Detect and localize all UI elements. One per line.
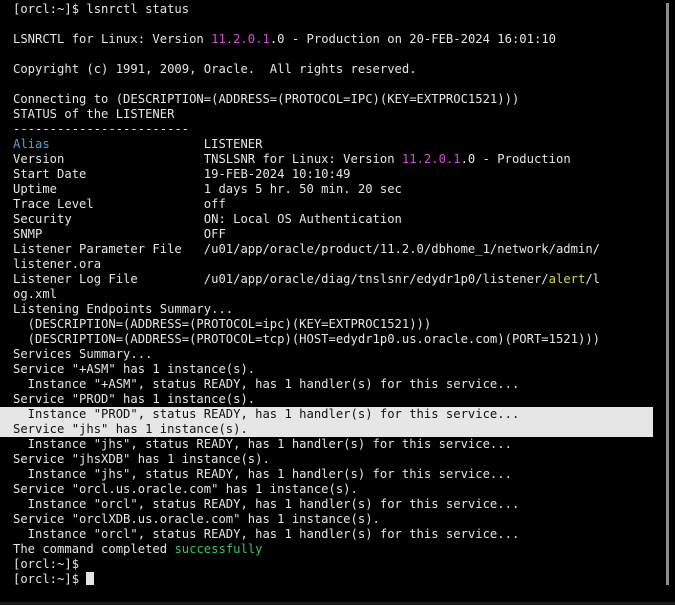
line-text: The command completed [13, 542, 175, 556]
line-text: Trace Level off [13, 197, 226, 211]
colored-text: alert [548, 272, 586, 286]
output-line: STATUS of the LISTENER [13, 107, 675, 122]
output-line: Security ON: Local OS Authentication [13, 212, 675, 227]
line-text: Security ON: Local OS Authentication [13, 212, 402, 226]
output-line: Service "orclXDB.us.oracle.com" has 1 in… [13, 512, 675, 527]
colored-text: successfully [174, 542, 263, 556]
colored-text: 11.2.0.1 [211, 32, 270, 46]
line-text: SNMP OFF [13, 227, 226, 241]
line-text: .0 - Production on 20-FEB-2024 16:01:10 [269, 32, 556, 46]
prompt-line: [orcl:~]$ [13, 572, 675, 587]
output-line: Listener Log File /u01/app/oracle/diag/t… [13, 272, 675, 287]
terminal-window[interactable]: [orcl:~]$ lsnrctl status LSNRCTL for Linu… [0, 0, 675, 605]
line-text: STATUS of the LISTENER [13, 107, 175, 121]
output-line: Service "jhsXDB" has 1 instance(s). [13, 452, 675, 467]
line-text: listener.ora [13, 257, 102, 271]
line-text: Service "orclXDB.us.oracle.com" has 1 in… [13, 512, 380, 526]
output-line: Service "+ASM" has 1 instance(s). [13, 362, 675, 377]
line-text: Service "PROD" has 1 instance(s). [13, 392, 256, 406]
line-text: Service "jhs" has 1 instance(s). [13, 422, 248, 436]
line-text: Services Summary... [13, 347, 153, 361]
line-text: Listener Log File /u01/app/oracle/diag/t… [13, 272, 549, 286]
line-text: Copyright (c) 1991, 2009, Oracle. All ri… [13, 62, 417, 76]
line-text: Listener Parameter File /u01/app/oracle/… [13, 242, 600, 256]
line-text: ------------------------ [13, 122, 190, 136]
output-line: Trace Level off [13, 197, 675, 212]
scrollbar[interactable] [666, 3, 669, 585]
output-line: Instance "+ASM", status READY, has 1 han… [13, 377, 675, 392]
output-line: Connecting to (DESCRIPTION=(ADDRESS=(PRO… [13, 92, 675, 107]
output-line: Uptime 1 days 5 hr. 50 min. 20 sec [13, 182, 675, 197]
terminal-output: [orcl:~]$ lsnrctl status LSNRCTL for Linu… [0, 2, 675, 587]
line-text: Version TNSLSNR for Linux: Version [13, 152, 402, 166]
line-text: (DESCRIPTION=(ADDRESS=(PROTOCOL=ipc)(KEY… [13, 317, 432, 331]
line-text: Connecting to (DESCRIPTION=(ADDRESS=(PRO… [13, 92, 520, 106]
output-line: The command completed successfully [13, 542, 675, 557]
output-line: Start Date 19-FEB-2024 10:10:49 [13, 167, 675, 182]
output-line: og.xml [13, 287, 675, 302]
line-text: (DESCRIPTION=(ADDRESS=(PROTOCOL=tcp)(HOS… [13, 332, 600, 346]
prompt-line: [orcl:~]$ [13, 557, 675, 572]
line-text: Instance "jhs", status READY, has 1 hand… [13, 467, 512, 481]
line-text: [orcl:~]$ [13, 572, 87, 586]
line-text: LISTENER [49, 137, 263, 151]
output-line: (DESCRIPTION=(ADDRESS=(PROTOCOL=tcp)(HOS… [13, 332, 675, 347]
line-text: Uptime 1 days 5 hr. 50 min. 20 sec [13, 182, 402, 196]
output-line: SNMP OFF [13, 227, 675, 242]
line-text: Service "orcl.us.oracle.com" has 1 insta… [13, 482, 358, 496]
line-text: og.xml [13, 287, 58, 301]
line-text: [orcl:~]$ lsnrctl status [13, 2, 190, 16]
output-line: Instance "orcl", status READY, has 1 han… [13, 497, 675, 512]
output-line: (DESCRIPTION=(ADDRESS=(PROTOCOL=ipc)(KEY… [13, 317, 675, 332]
output-line: Instance "PROD", status READY, has 1 han… [0, 407, 653, 422]
output-line: Instance "orcl", status READY, has 1 han… [13, 527, 675, 542]
colored-text: 11.2.0.1 [401, 152, 461, 166]
line-text: Service "jhsXDB" has 1 instance(s). [13, 452, 270, 466]
output-line: ------------------------ [13, 122, 675, 137]
output-line: Service "jhs" has 1 instance(s). [0, 422, 653, 437]
line-text: Instance "+ASM", status READY, has 1 han… [13, 377, 520, 391]
line-text: /l [585, 272, 601, 286]
output-line: Listener Parameter File /u01/app/oracle/… [13, 242, 675, 257]
line-text: Listening Endpoints Summary... [13, 302, 234, 316]
text-cursor [86, 572, 95, 585]
output-line: Services Summary... [13, 347, 675, 362]
line-text: Start Date 19-FEB-2024 10:10:49 [13, 167, 351, 181]
line-text: Instance "orcl", status READY, has 1 han… [13, 497, 520, 511]
output-line: Alias LISTENER [13, 137, 675, 152]
line-text: Instance "jhs", status READY, has 1 hand… [13, 437, 512, 451]
output-line: Listening Endpoints Summary... [13, 302, 675, 317]
line-text: Service "+ASM" has 1 instance(s). [13, 362, 256, 376]
output-line: Service "orcl.us.oracle.com" has 1 insta… [13, 482, 675, 497]
line-text: [orcl:~]$ [13, 557, 80, 571]
output-line: Instance "jhs", status READY, has 1 hand… [13, 467, 675, 482]
output-line: LSNRCTL for Linux: Version 11.2.0.1.0 - … [13, 32, 675, 47]
output-line: Version TNSLSNR for Linux: Version 11.2.… [13, 152, 675, 167]
output-line: Service "PROD" has 1 instance(s). [13, 392, 675, 407]
prompt-line: [orcl:~]$ lsnrctl status [13, 2, 675, 17]
line-text: Instance "PROD", status READY, has 1 han… [13, 407, 520, 421]
line-text: .0 - Production [460, 152, 571, 166]
output-line: listener.ora [13, 257, 675, 272]
colored-text: Alias [13, 137, 50, 151]
output-line: Copyright (c) 1991, 2009, Oracle. All ri… [13, 62, 675, 77]
output-line: Instance "jhs", status READY, has 1 hand… [13, 437, 675, 452]
line-text: Instance "orcl", status READY, has 1 han… [13, 527, 520, 541]
line-text: LSNRCTL for Linux: Version [13, 32, 212, 46]
